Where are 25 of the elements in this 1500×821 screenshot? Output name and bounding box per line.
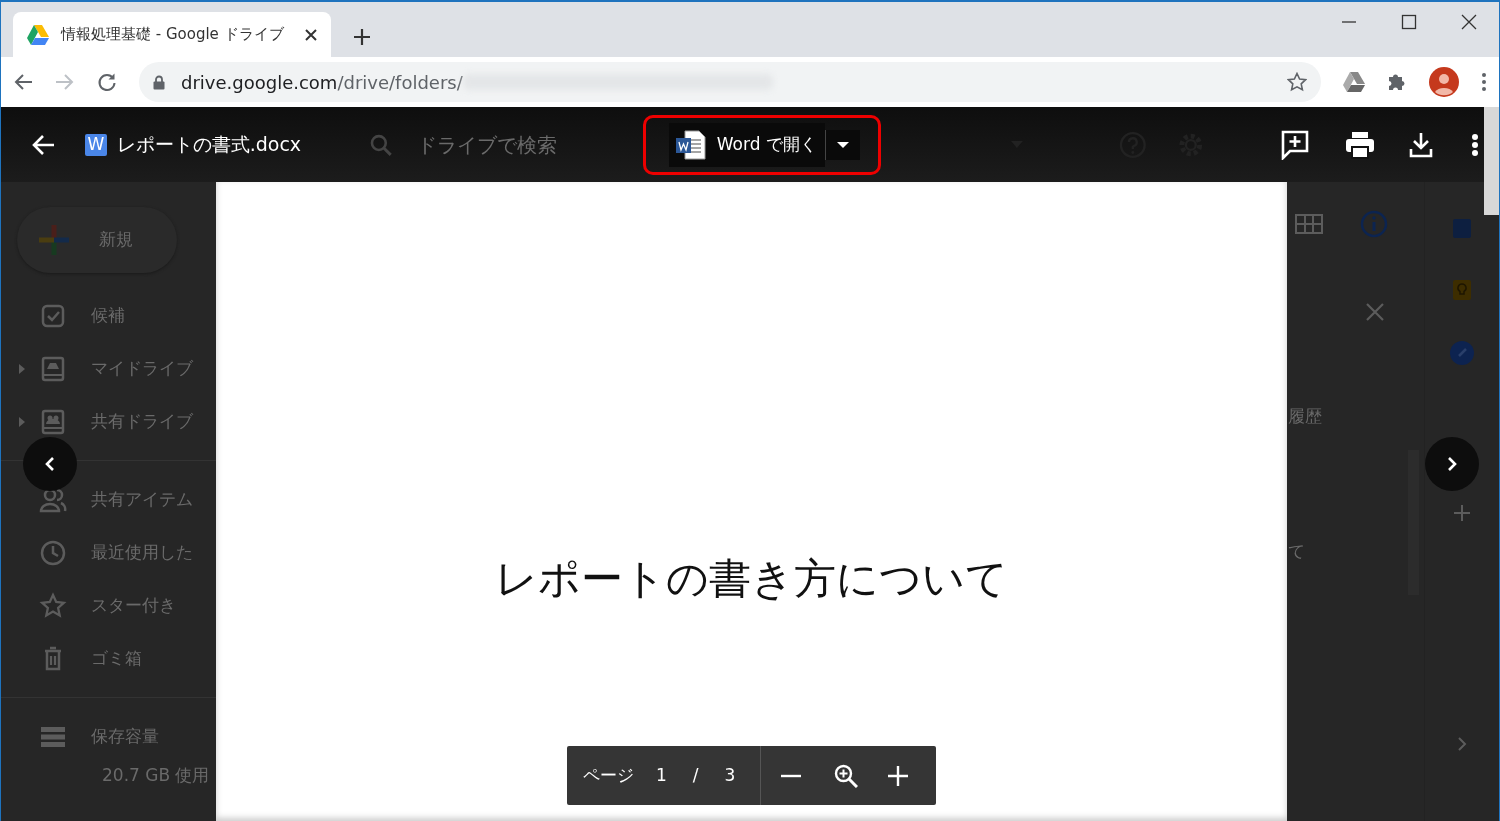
sidebar-item[interactable]: 候補	[91, 302, 125, 329]
browser-tab[interactable]: 情報処理基礎 - Google ドライブ	[13, 12, 331, 57]
file-name: レポートの書式.docx	[116, 132, 302, 158]
total-pages: 3	[724, 763, 736, 787]
sidebar-item[interactable]: 共有アイテム	[91, 486, 193, 513]
sidebar-item[interactable]: 最近使用した	[91, 539, 193, 566]
url-text: drive.google.com/drive/folders/	[181, 70, 463, 95]
panel-text: て	[1288, 540, 1305, 563]
sidebar-item[interactable]: 共有ドライブ	[91, 408, 193, 435]
page-label: ページ	[583, 763, 634, 787]
current-page[interactable]: 1	[656, 762, 667, 789]
search-field[interactable]: ドライブで検索	[412, 129, 593, 160]
storage-usage: 20.7 GB 使用	[101, 764, 211, 787]
panel-tab[interactable]: 履歴	[1288, 404, 1322, 430]
page-separator: /	[692, 763, 699, 787]
sidebar-item[interactable]: マイドライブ	[91, 355, 193, 382]
address-bar[interactable]: drive.google.com/drive/folders/	[139, 62, 1321, 102]
document-title: レポートの書き方について	[495, 553, 1008, 605]
sidebar-item[interactable]: 保存容量	[91, 723, 159, 750]
tab-title: 情報処理基礎 - Google ドライブ	[61, 24, 285, 46]
sidebar-item[interactable]: スター付き	[91, 592, 176, 619]
sidebar-item[interactable]: ゴミ箱	[91, 645, 142, 672]
file-type-icon: W	[85, 133, 107, 156]
open-with-word-button[interactable]: Word で開く	[668, 122, 825, 167]
new-button[interactable]: 新規	[17, 207, 177, 273]
